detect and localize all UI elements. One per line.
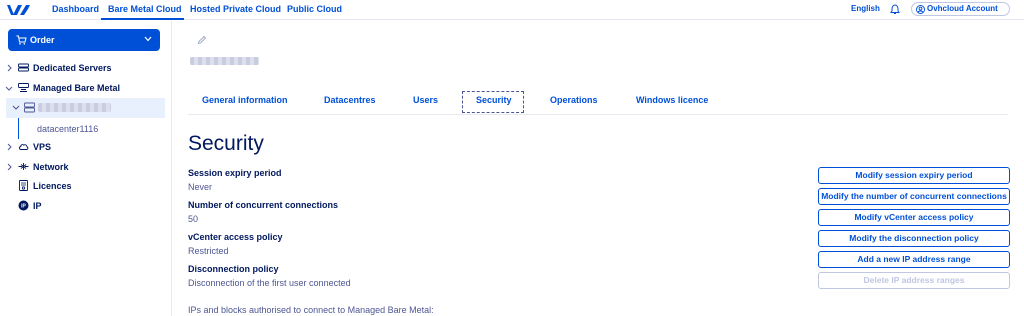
tab-operations[interactable]: Operations bbox=[550, 95, 598, 105]
tree-connector bbox=[18, 118, 19, 139]
modify-concurrent-connections-button[interactable]: Modify the number of concurrent connecti… bbox=[818, 188, 1010, 205]
ovhcloud-logo-icon[interactable] bbox=[6, 3, 32, 17]
sidebar-item-datacenter[interactable]: datacenter1116 bbox=[37, 124, 98, 134]
nav-active-indicator bbox=[101, 18, 184, 20]
sidebar-item-label: Network bbox=[33, 162, 69, 172]
field-label-concurrent-connections: Number of concurrent connections bbox=[188, 200, 339, 210]
chevron-down-icon bbox=[144, 36, 152, 42]
account-button[interactable]: Ovhcloud Account bbox=[911, 2, 1010, 16]
nav-link-dashboard[interactable]: Dashboard bbox=[52, 4, 99, 14]
chevron-right-icon bbox=[7, 143, 12, 151]
delete-ip-ranges-button: Delete IP address ranges bbox=[818, 272, 1010, 289]
redacted-service-name bbox=[190, 57, 259, 65]
tab-datacentres[interactable]: Datacentres bbox=[324, 95, 376, 105]
tab-users[interactable]: Users bbox=[413, 95, 438, 105]
ip-icon: IP bbox=[18, 200, 29, 211]
network-icon bbox=[18, 163, 29, 170]
redacted-instance-name bbox=[38, 103, 111, 112]
sidebar-item-dedicated-servers[interactable]: Dedicated Servers bbox=[0, 59, 172, 77]
edit-pencil-icon[interactable] bbox=[197, 35, 207, 45]
add-ip-range-button[interactable]: Add a new IP address range bbox=[818, 251, 1010, 268]
server-icon bbox=[18, 63, 29, 72]
cloud-icon bbox=[19, 144, 29, 150]
cart-icon bbox=[16, 35, 27, 45]
sidebar-item-label: Dedicated Servers bbox=[33, 63, 112, 73]
sidebar-item-licences[interactable]: Licences bbox=[0, 177, 172, 195]
account-label: Ovhcloud Account bbox=[927, 4, 998, 13]
bell-icon[interactable] bbox=[890, 4, 900, 15]
server-rack-icon bbox=[24, 102, 35, 113]
field-value-disconnection-policy: Disconnection of the first user connecte… bbox=[188, 278, 351, 288]
language-selector[interactable]: English bbox=[851, 4, 880, 13]
field-label-vcenter-access: vCenter access policy bbox=[188, 232, 283, 242]
order-label: Order bbox=[30, 35, 55, 45]
tab-bar: General information Datacentres Users Se… bbox=[188, 90, 1008, 115]
page-title: Security bbox=[188, 132, 264, 155]
nav-link-bare-metal-cloud[interactable]: Bare Metal Cloud bbox=[108, 4, 182, 14]
sidebar-item-label: VPS bbox=[33, 142, 52, 152]
tab-security[interactable]: Security bbox=[476, 95, 512, 105]
sidebar: Order Dedicated Servers Managed Bare Met… bbox=[0, 21, 172, 316]
order-button[interactable]: Order bbox=[8, 29, 160, 51]
sidebar-item-label: IP bbox=[33, 201, 42, 211]
sidebar-item-label: Managed Bare Metal bbox=[33, 83, 121, 93]
chevron-right-icon bbox=[7, 163, 12, 171]
sidebar-item-managed-bare-metal-instance[interactable] bbox=[6, 98, 165, 118]
sidebar-item-ip[interactable]: IP IP bbox=[0, 197, 172, 215]
licence-document-icon bbox=[19, 180, 28, 191]
ip-blocks-heading: IPs and blocks authorised to connect to … bbox=[188, 305, 434, 315]
modify-disconnection-policy-button[interactable]: Modify the disconnection policy bbox=[818, 230, 1010, 247]
field-label-session-expiry: Session expiry period bbox=[188, 168, 282, 178]
sidebar-item-vps[interactable]: VPS bbox=[0, 138, 172, 156]
field-value-session-expiry: Never bbox=[188, 182, 213, 192]
modify-vcenter-access-button[interactable]: Modify vCenter access policy bbox=[818, 209, 1010, 226]
nav-link-public-cloud[interactable]: Public Cloud bbox=[287, 4, 342, 14]
nav-link-hosted-private-cloud[interactable]: Hosted Private Cloud bbox=[190, 4, 281, 14]
chevron-down-icon bbox=[5, 86, 13, 91]
field-value-concurrent-connections: 50 bbox=[188, 214, 199, 224]
user-icon bbox=[916, 5, 925, 14]
tab-general-information[interactable]: General information bbox=[202, 95, 288, 105]
cloud-server-icon bbox=[18, 83, 29, 92]
field-value-vcenter-access: Restricted bbox=[188, 246, 229, 256]
sidebar-item-label: Licences bbox=[33, 181, 72, 191]
chevron-down-icon bbox=[12, 105, 20, 110]
modify-session-expiry-button[interactable]: Modify session expiry period bbox=[818, 167, 1010, 184]
sidebar-item-network[interactable]: Network bbox=[0, 158, 172, 176]
field-label-disconnection-policy: Disconnection policy bbox=[188, 264, 279, 274]
sidebar-item-managed-bare-metal[interactable]: Managed Bare Metal bbox=[0, 79, 172, 97]
chevron-right-icon bbox=[7, 64, 12, 72]
tab-windows-licence[interactable]: Windows licence bbox=[636, 95, 708, 105]
svg-text:IP: IP bbox=[21, 203, 26, 209]
top-navigation: Dashboard Bare Metal Cloud Hosted Privat… bbox=[0, 0, 1024, 20]
